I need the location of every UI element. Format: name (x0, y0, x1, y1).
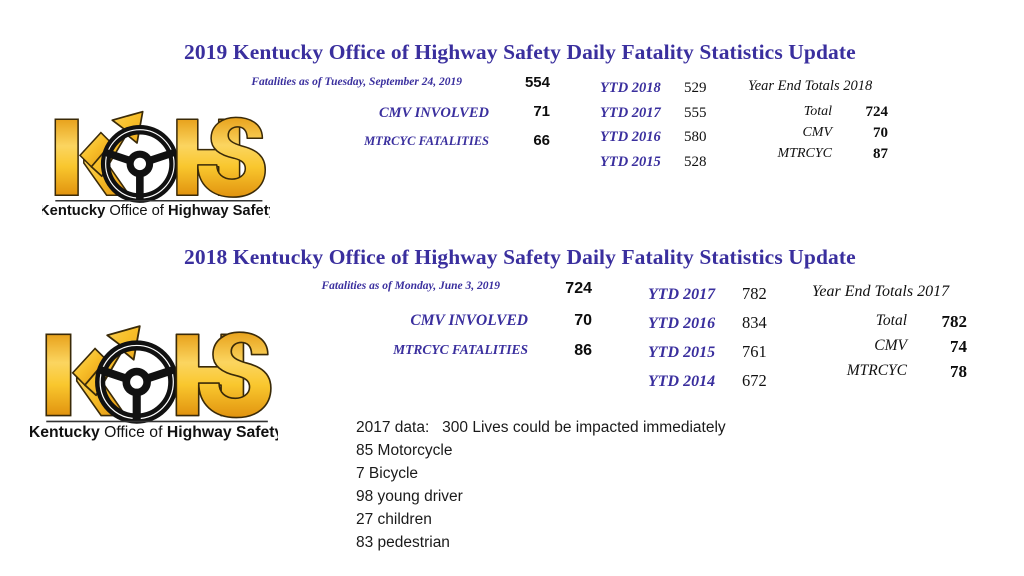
ytd-value: 529 (684, 80, 707, 96)
svg-text:Kentucky Office of Highway Saf: Kentucky Office of Highway Safety (30, 424, 278, 441)
stat-row: MTRCYC FATALITIES 66 (0, 132, 550, 156)
ytd-row: YTD 2015 528 (600, 154, 707, 179)
ytd-row: YTD 2017 782 (648, 284, 767, 313)
year-end-row: Total 724 (748, 104, 888, 125)
year-end-value: 74 (950, 337, 967, 356)
stat-label: Fatalities as of Monday, June 3, 2019 (321, 280, 500, 292)
year-end-label: Total (803, 104, 832, 119)
stat-row: MTRCYC FATALITIES 86 (0, 342, 592, 368)
section-2-left-stats: Fatalities as of Monday, June 3, 2019 72… (0, 280, 592, 368)
year-end-value: 87 (873, 146, 888, 162)
stat-value: 71 (533, 103, 550, 120)
ytd-label: YTD 2017 (648, 286, 716, 303)
section-2-year-end-totals: Year End Totals 2017 Total 782 CMV 74 MT… (812, 283, 967, 387)
year-end-row: Total 782 (812, 312, 967, 337)
stat-label: MTRCYC FATALITIES (364, 134, 489, 148)
stat-label: Fatalities as of Tuesday, September 24, … (251, 76, 462, 88)
ytd-row: YTD 2016 834 (648, 313, 767, 342)
year-end-label: MTRCYC (777, 146, 832, 161)
year-end-value: 70 (873, 125, 888, 141)
ytd-row: YTD 2016 580 (600, 129, 707, 154)
section-1-left-stats: Fatalities as of Tuesday, September 24, … (0, 74, 550, 156)
section-1-year-end-totals: Year End Totals 2018 Total 724 CMV 70 MT… (748, 78, 888, 167)
section-2-title: 2018 Kentucky Office of Highway Safety D… (184, 245, 856, 269)
ytd-value: 782 (742, 284, 767, 303)
year-end-row: CMV 70 (748, 125, 888, 146)
ytd-value: 580 (684, 129, 707, 145)
year-end-row: MTRCYC 87 (748, 146, 888, 167)
stat-label: CMV INVOLVED (410, 312, 528, 329)
ytd-label: YTD 2015 (648, 344, 716, 361)
stat-value: 724 (565, 280, 592, 297)
note-line: 27 children (356, 511, 432, 528)
year-end-row: CMV 74 (812, 337, 967, 362)
year-end-totals-title: Year End Totals 2018 (748, 78, 873, 94)
section-1-title: 2019 Kentucky Office of Highway Safety D… (184, 40, 856, 64)
notes-block: 2017 data: 300 Lives could be impacted i… (356, 416, 726, 554)
ytd-label: YTD 2016 (600, 129, 661, 145)
ytd-label: YTD 2017 (600, 104, 661, 121)
year-end-label: CMV (874, 337, 907, 354)
section-1-ytd-list: YTD 2018 529 YTD 2017 555 YTD 2016 580 Y… (600, 80, 707, 178)
note-line: 2017 data: 300 Lives could be impacted i… (356, 419, 726, 436)
year-end-label: Total (875, 312, 907, 329)
ytd-value: 761 (742, 342, 767, 361)
stat-label: CMV INVOLVED (379, 105, 489, 121)
ytd-row: YTD 2015 761 (648, 342, 767, 371)
stat-value: 554 (524, 74, 550, 91)
ytd-value: 672 (742, 371, 767, 390)
svg-text:Kentucky Office of Highway Saf: Kentucky Office of Highway Safety (42, 203, 270, 219)
ytd-label: YTD 2018 (600, 80, 661, 96)
note-line: 98 young driver (356, 488, 463, 505)
year-end-value: 724 (865, 104, 889, 120)
ytd-value: 528 (684, 153, 707, 170)
year-end-totals-title: Year End Totals 2017 (812, 283, 950, 300)
stat-row: Fatalities as of Monday, June 3, 2019 72… (0, 280, 592, 312)
year-end-row: MTRCYC 78 (812, 362, 967, 387)
stat-row: CMV INVOLVED 70 (0, 312, 592, 342)
ytd-value: 834 (742, 313, 767, 332)
ytd-row: YTD 2018 529 (600, 80, 707, 105)
ytd-value: 555 (684, 104, 707, 121)
ytd-row: YTD 2014 672 (648, 371, 767, 400)
stat-value: 66 (533, 132, 550, 149)
ytd-row: YTD 2017 555 (600, 105, 707, 130)
year-end-value: 782 (941, 312, 968, 331)
slide-canvas: 2019 Kentucky Office of Highway Safety D… (0, 0, 1024, 576)
stat-row: CMV INVOLVED 71 (0, 103, 550, 132)
stat-value: 70 (574, 312, 592, 329)
ytd-label: YTD 2016 (648, 315, 716, 332)
year-end-value: 78 (950, 362, 967, 381)
note-line: 83 pedestrian (356, 534, 450, 551)
stat-label: MTRCYC FATALITIES (393, 342, 528, 357)
note-line: 7 Bicycle (356, 465, 419, 482)
ytd-label: YTD 2015 (600, 153, 661, 170)
ytd-label: YTD 2014 (648, 373, 716, 390)
section-2-ytd-list: YTD 2017 782 YTD 2016 834 YTD 2015 761 Y… (648, 284, 767, 400)
year-end-label: MTRCYC (846, 362, 907, 379)
note-line: 85 Motorcycle (356, 442, 453, 459)
stat-value: 86 (574, 342, 592, 359)
year-end-label: CMV (802, 125, 832, 140)
stat-row: Fatalities as of Tuesday, September 24, … (0, 74, 550, 103)
